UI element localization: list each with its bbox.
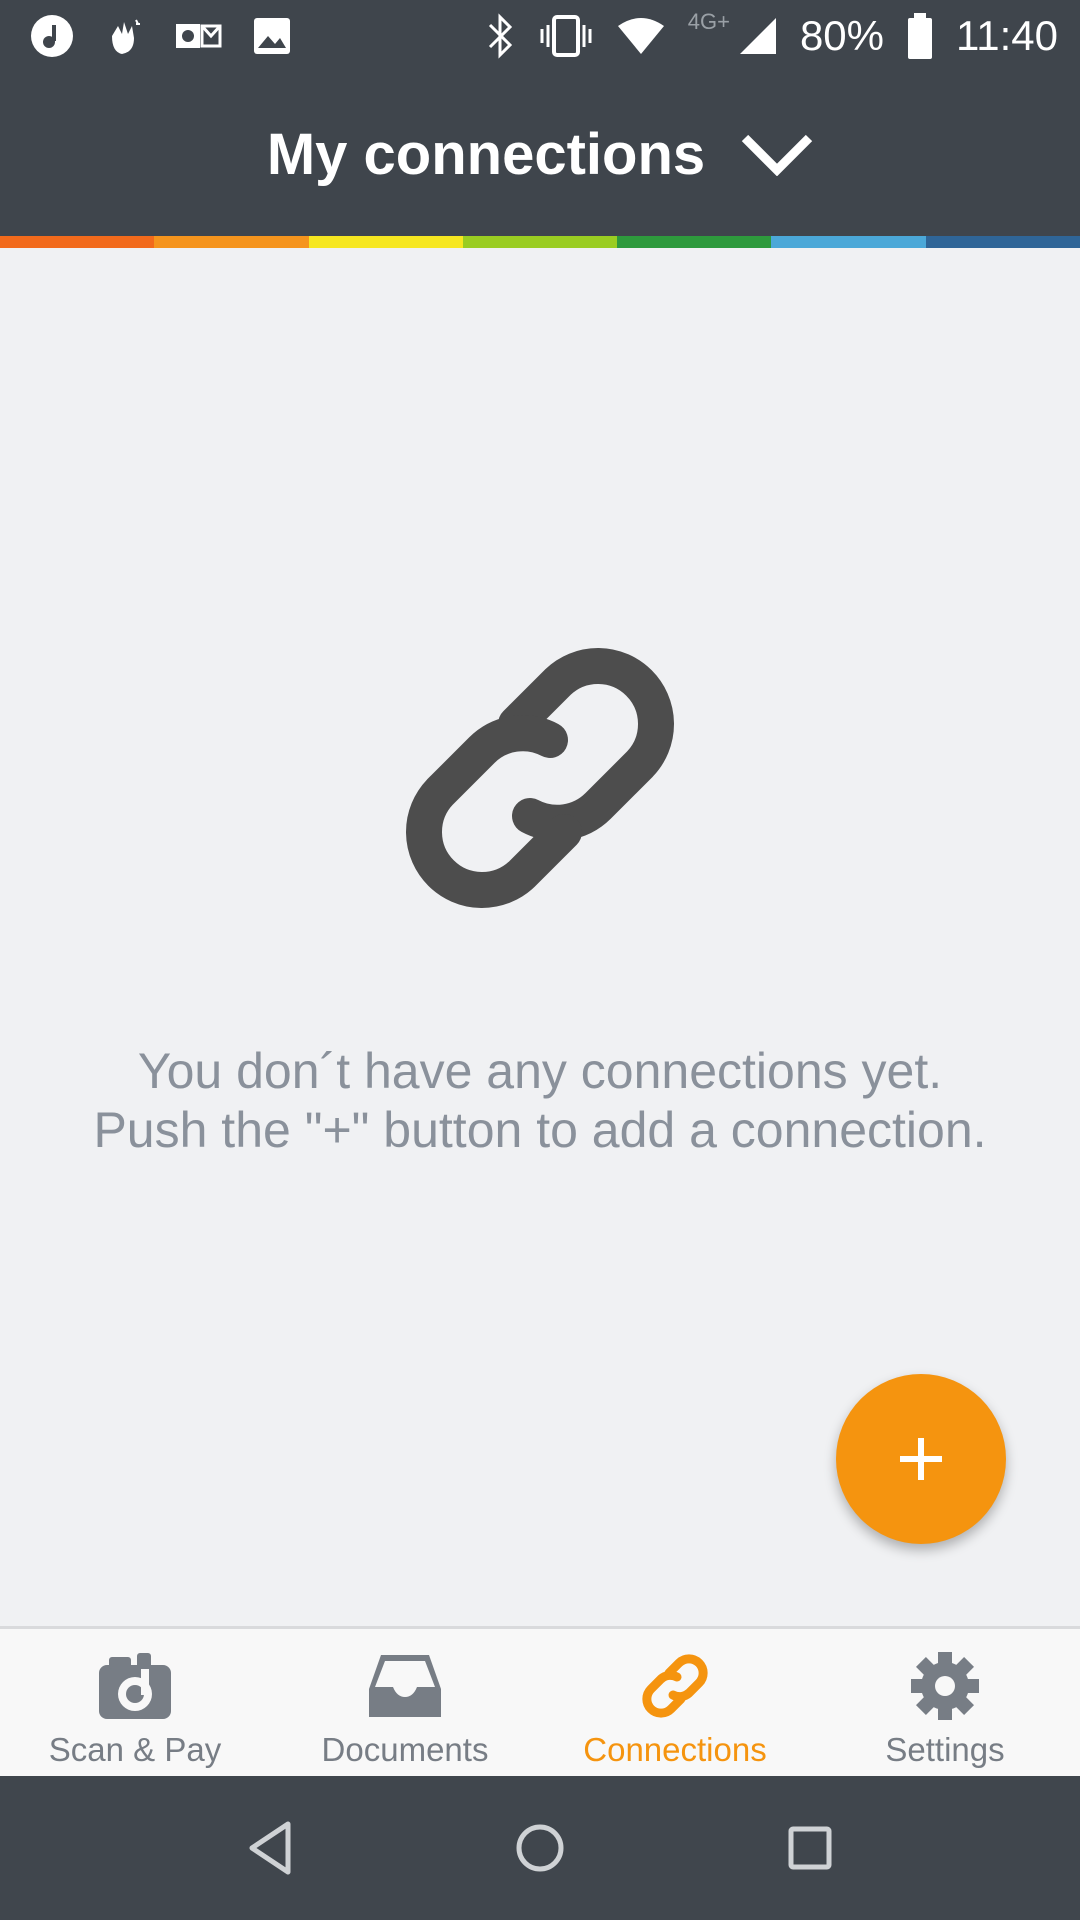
gear-icon xyxy=(911,1652,979,1720)
network-type: 4G+ xyxy=(687,9,730,34)
plus-icon xyxy=(900,1438,942,1480)
battery-icon xyxy=(908,13,932,59)
back-icon[interactable] xyxy=(234,1812,306,1884)
nav-label: Settings xyxy=(885,1731,1005,1768)
recents-icon[interactable] xyxy=(774,1812,846,1884)
battery-percent: 80% xyxy=(799,12,884,59)
add-connection-button[interactable] xyxy=(836,1374,1006,1544)
home-icon[interactable] xyxy=(504,1812,576,1884)
chevron-down-icon xyxy=(741,134,813,176)
rainbow-segment xyxy=(154,236,309,248)
music-icon xyxy=(31,15,73,57)
rainbow-segment xyxy=(0,236,155,248)
empty-state-line-1: You don´t have any connections yet. xyxy=(137,1043,943,1099)
bottom-navigation: Scan & Pay Documents Connections Setting… xyxy=(0,1626,1080,1776)
link-icon xyxy=(642,1654,708,1718)
hand-wave-icon xyxy=(112,19,140,54)
rainbow-segment xyxy=(771,236,926,248)
nav-item-scan-pay[interactable]: Scan & Pay xyxy=(0,1629,270,1776)
page-title: My connections xyxy=(266,121,706,187)
outlook-icon xyxy=(176,24,222,48)
notification-icons xyxy=(30,14,294,58)
rainbow-segment xyxy=(925,236,1080,248)
nav-item-settings[interactable]: Settings xyxy=(810,1629,1080,1776)
connections-dropdown[interactable]: My connections xyxy=(0,72,1080,236)
nav-label: Documents xyxy=(321,1731,489,1768)
inbox-icon xyxy=(369,1655,441,1717)
nav-label: Scan & Pay xyxy=(48,1731,222,1768)
empty-state-message: You don´t have any connections yet. Push… xyxy=(0,1042,1080,1160)
rainbow-segment xyxy=(308,236,463,248)
app-header: My connections xyxy=(0,72,1080,236)
rainbow-segment xyxy=(617,236,772,248)
camera-icon xyxy=(99,1653,171,1719)
link-icon xyxy=(406,648,674,908)
bluetooth-icon xyxy=(488,13,512,59)
nav-item-documents[interactable]: Documents xyxy=(270,1629,540,1776)
status-bar: 4G+ 80% 11:40 xyxy=(0,0,1080,72)
vibrate-icon xyxy=(540,15,592,57)
nav-item-connections[interactable]: Connections xyxy=(540,1629,810,1776)
nav-label: Connections xyxy=(583,1731,767,1768)
system-status: 4G+ 80% 11:40 xyxy=(486,9,1058,62)
system-navigation-bar xyxy=(0,1776,1080,1920)
empty-state-line-2: Push the "+" button to add a connection. xyxy=(93,1102,987,1158)
rainbow-stripe xyxy=(0,236,1080,248)
clock: 11:40 xyxy=(956,12,1058,59)
signal-icon xyxy=(739,18,776,54)
rainbow-segment xyxy=(462,236,618,248)
image-icon xyxy=(254,18,290,54)
wifi-icon xyxy=(617,18,664,54)
